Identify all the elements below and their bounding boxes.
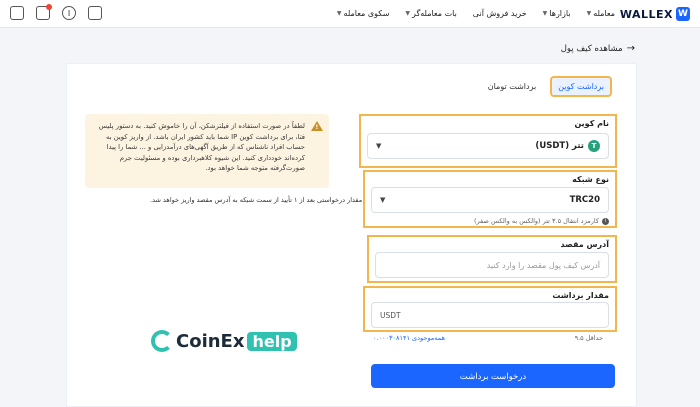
nav-item-label: خرید فروش آنی <box>472 9 527 18</box>
coin-select-value: تتر (USDT) <box>535 141 584 151</box>
nav-item-bot[interactable]: بات معامله‌گر ▼ <box>405 9 456 18</box>
network-fee-text: کارمزد انتقال ۳.۵ تتر (والکس به والکس صف… <box>473 217 599 225</box>
arrow-right-icon: → <box>626 43 635 54</box>
back-link-label: مشاهده کیف پول <box>560 43 623 54</box>
minimum-amount: حداقل ۹.۵ <box>574 334 603 342</box>
amount-balances: حداقل ۹.۵ همه‌موجودی ۰.۰۰۰۳۰۸۱۴۱ <box>373 334 603 342</box>
chevron-down-icon: ▼ <box>336 10 342 17</box>
chevron-down-icon: ▼ <box>586 10 592 17</box>
amount-input[interactable]: USDT <box>371 302 609 328</box>
nav-item-platform[interactable]: سکوی معامله ▼ <box>337 9 390 18</box>
main-nav: معامله ▼ بازارها ▼ خرید فروش آنی بات معامل… <box>337 9 615 18</box>
warning-box: ! لطفاً در صورت استفاده از فیلترشکن، آن … <box>85 114 329 188</box>
chevron-down-icon: ▼ <box>542 10 548 17</box>
back-to-wallet-link[interactable]: → مشاهده کیف پول <box>561 43 635 54</box>
coin-select[interactable]: T تتر (USDT) ▼ <box>367 133 609 159</box>
address-input[interactable]: آدرس کیف پول مقصد را وارد کنید <box>375 252 609 278</box>
nav-item-label: سکوی معامله <box>343 9 390 18</box>
amount-field-label: مقدار برداشت <box>552 291 609 300</box>
nav-item-label: بات معامله‌گر <box>412 9 457 18</box>
wallet-icon[interactable] <box>88 6 102 20</box>
address-placeholder: آدرس کیف پول مقصد را وارد کنید <box>486 260 600 270</box>
network-fee-note: i کارمزد انتقال ۳.۵ تتر (والکس به والکس … <box>474 217 609 225</box>
nav-item-label: بازارها <box>549 9 571 18</box>
network-field-label: نوع شبکه <box>572 175 609 184</box>
nav-item-label: معامله <box>593 9 615 18</box>
tab-withdraw-toman[interactable]: برداشت تومان <box>480 76 544 97</box>
amount-unit: USDT <box>380 310 401 320</box>
brand-logo[interactable]: WALLEX W <box>620 7 690 21</box>
notification-icon[interactable] <box>36 4 52 20</box>
amount-field: مقدار برداشت USDT <box>363 286 617 332</box>
notification-dot <box>46 4 52 10</box>
top-navbar: WALLEX W معامله ▼ بازارها ▼ خرید فروش آنی … <box>0 0 700 28</box>
top-icons: I <box>10 4 102 20</box>
brand-name: WALLEX <box>619 7 673 21</box>
brand-logo-icon: W <box>676 7 690 21</box>
withdraw-submit-button[interactable]: درخواست برداشت <box>371 364 615 388</box>
watermark-brand: CoinEx <box>176 330 245 352</box>
nav-item-trade[interactable]: معامله ▼ <box>587 9 615 18</box>
tether-icon: T <box>588 140 600 152</box>
warning-icon: ! <box>311 121 323 131</box>
chevron-down-icon: ▼ <box>405 10 411 17</box>
watermark-badge: help <box>247 331 297 351</box>
nav-item-markets[interactable]: بازارها ▼ <box>543 9 571 18</box>
nav-item-instant[interactable]: خرید فروش آنی <box>473 9 527 18</box>
network-select-value: TRC20 <box>569 195 600 205</box>
network-field: نوع شبکه TRC20 ▼ i کارمزد انتقال ۳.۵ تتر… <box>363 170 617 228</box>
chevron-down-icon: ▼ <box>380 196 386 204</box>
withdraw-tabs: برداشت کوین برداشت تومان <box>480 76 612 97</box>
withdraw-card: برداشت کوین برداشت تومان نام کوین T تتر … <box>66 63 637 407</box>
available-balance[interactable]: همه‌موجودی ۰.۰۰۰۳۰۸۱۴۱ <box>373 334 445 342</box>
tab-withdraw-coin[interactable]: برداشت کوین <box>550 76 612 97</box>
request-note: مقدار درخواستی بعد از ۱ تأیید از سمت شبک… <box>150 196 363 204</box>
coinex-help-watermark: CoinEx help <box>151 330 297 352</box>
info-icon: i <box>602 217 609 225</box>
profile-icon[interactable]: I <box>62 6 76 20</box>
address-field: آدرس مقصد آدرس کیف پول مقصد را وارد کنید <box>367 235 617 283</box>
chevron-down-icon: ▼ <box>376 142 382 150</box>
coin-field: نام کوین T تتر (USDT) ▼ <box>359 114 617 168</box>
warning-text: لطفاً در صورت استفاده از فیلترشکن، آن را… <box>98 122 305 173</box>
settings-icon[interactable] <box>10 6 24 20</box>
address-field-label: آدرس مقصد <box>560 240 610 249</box>
network-select[interactable]: TRC20 ▼ <box>371 187 609 213</box>
coinex-logo-icon <box>151 330 173 352</box>
coin-field-label: نام کوین <box>574 119 609 128</box>
